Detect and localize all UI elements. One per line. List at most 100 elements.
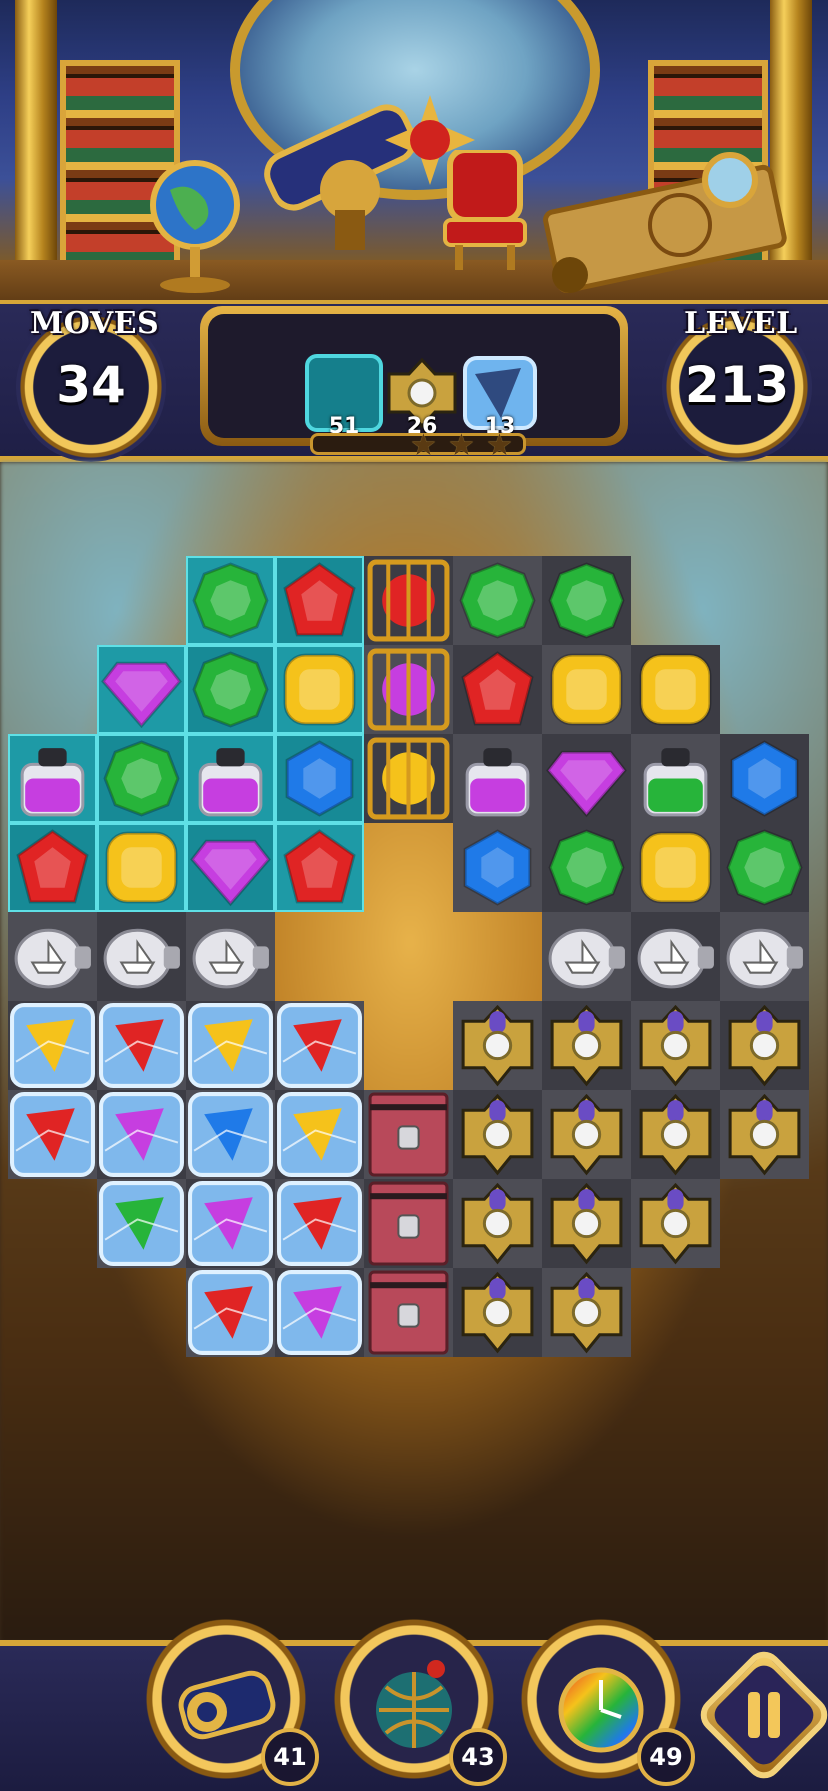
green-piece-icon[interactable] bbox=[97, 734, 186, 823]
chest-piece-icon[interactable] bbox=[364, 1090, 453, 1179]
red-piece-icon[interactable] bbox=[275, 823, 364, 912]
ice-purple-piece-icon[interactable] bbox=[275, 1268, 364, 1357]
board-cell[interactable] bbox=[631, 1001, 720, 1090]
board-cell[interactable] bbox=[97, 734, 186, 823]
board-cell[interactable] bbox=[631, 734, 720, 823]
green-piece-icon[interactable] bbox=[186, 645, 275, 734]
board-cell[interactable] bbox=[364, 1090, 453, 1179]
bottle-piece-icon[interactable] bbox=[542, 912, 631, 1001]
board-cell[interactable] bbox=[364, 645, 453, 734]
clover-piece-icon[interactable] bbox=[453, 1090, 542, 1179]
board-cell[interactable] bbox=[186, 1001, 275, 1090]
board-cell[interactable] bbox=[720, 734, 809, 823]
board-cell[interactable] bbox=[631, 1179, 720, 1268]
caged-yellow-piece-icon[interactable] bbox=[364, 734, 453, 823]
board-cell[interactable] bbox=[720, 823, 809, 912]
board-cell[interactable] bbox=[275, 645, 364, 734]
board-cell[interactable] bbox=[275, 1268, 364, 1357]
clover-piece-icon[interactable] bbox=[453, 1268, 542, 1357]
clover-piece-icon[interactable] bbox=[453, 1179, 542, 1268]
board-cell[interactable] bbox=[364, 1179, 453, 1268]
ice-blue-piece-icon[interactable] bbox=[186, 1090, 275, 1179]
board-cell[interactable] bbox=[364, 556, 453, 645]
clover-piece-icon[interactable] bbox=[631, 1090, 720, 1179]
board-cell[interactable] bbox=[275, 1179, 364, 1268]
clover-piece-icon[interactable] bbox=[720, 1001, 809, 1090]
board-cell[interactable] bbox=[186, 1090, 275, 1179]
board-cell[interactable] bbox=[97, 1001, 186, 1090]
chest-piece-icon[interactable] bbox=[364, 1268, 453, 1357]
clover-piece-icon[interactable] bbox=[720, 1090, 809, 1179]
yellow-piece-icon[interactable] bbox=[631, 823, 720, 912]
board-cell[interactable] bbox=[453, 1001, 542, 1090]
board-cell[interactable] bbox=[275, 823, 364, 912]
purple-piece-icon[interactable] bbox=[542, 734, 631, 823]
board-cell[interactable] bbox=[364, 734, 453, 823]
board-cell[interactable] bbox=[720, 912, 809, 1001]
board-cell[interactable] bbox=[186, 645, 275, 734]
board-cell[interactable] bbox=[186, 1268, 275, 1357]
board-cell[interactable] bbox=[542, 645, 631, 734]
board-cell[interactable] bbox=[97, 1090, 186, 1179]
board-cell[interactable] bbox=[453, 734, 542, 823]
board-cell[interactable] bbox=[186, 556, 275, 645]
board-cell[interactable] bbox=[453, 1090, 542, 1179]
bottle-piece-icon[interactable] bbox=[631, 912, 720, 1001]
board-cell[interactable] bbox=[542, 556, 631, 645]
purple-piece-icon[interactable] bbox=[97, 645, 186, 734]
ice-yellow-piece-icon[interactable] bbox=[275, 1090, 364, 1179]
board-cell[interactable] bbox=[453, 823, 542, 912]
ice-yellow-piece-icon[interactable] bbox=[8, 1001, 97, 1090]
board-cell[interactable] bbox=[631, 823, 720, 912]
board-cell[interactable] bbox=[186, 912, 275, 1001]
board-cell[interactable] bbox=[542, 734, 631, 823]
yellow-piece-icon[interactable] bbox=[542, 645, 631, 734]
board-cell[interactable] bbox=[8, 912, 97, 1001]
bottle-piece-icon[interactable] bbox=[186, 912, 275, 1001]
board-cell[interactable] bbox=[542, 1179, 631, 1268]
board-cell[interactable] bbox=[186, 734, 275, 823]
blue-piece-icon[interactable] bbox=[720, 734, 809, 823]
clover-piece-icon[interactable] bbox=[542, 1268, 631, 1357]
yellow-piece-icon[interactable] bbox=[275, 645, 364, 734]
ice-purple-piece-icon[interactable] bbox=[97, 1090, 186, 1179]
board-cell[interactable] bbox=[275, 1090, 364, 1179]
board-cell[interactable] bbox=[8, 1090, 97, 1179]
board-cell[interactable] bbox=[542, 1268, 631, 1357]
potion-purple-piece-icon[interactable] bbox=[186, 734, 275, 823]
red-piece-icon[interactable] bbox=[275, 556, 364, 645]
clover-piece-icon[interactable] bbox=[542, 1179, 631, 1268]
bottle-piece-icon[interactable] bbox=[97, 912, 186, 1001]
board-cell[interactable] bbox=[720, 1001, 809, 1090]
board-cell[interactable] bbox=[8, 1001, 97, 1090]
ice-red-piece-icon[interactable] bbox=[275, 1179, 364, 1268]
red-piece-icon[interactable] bbox=[453, 645, 542, 734]
board-cell[interactable] bbox=[275, 1001, 364, 1090]
ice-red-piece-icon[interactable] bbox=[8, 1090, 97, 1179]
board-cell[interactable] bbox=[453, 1268, 542, 1357]
caged-purple-piece-icon[interactable] bbox=[364, 645, 453, 734]
board-cell[interactable] bbox=[97, 645, 186, 734]
potion-green-piece-icon[interactable] bbox=[631, 734, 720, 823]
clover-piece-icon[interactable] bbox=[631, 1179, 720, 1268]
board-cell[interactable] bbox=[542, 1090, 631, 1179]
ice-yellow-piece-icon[interactable] bbox=[186, 1001, 275, 1090]
board-cell[interactable] bbox=[542, 823, 631, 912]
board-cell[interactable] bbox=[453, 645, 542, 734]
board-cell[interactable] bbox=[453, 556, 542, 645]
board-cell[interactable] bbox=[97, 912, 186, 1001]
clover-piece-icon[interactable] bbox=[542, 1001, 631, 1090]
bottle-piece-icon[interactable] bbox=[720, 912, 809, 1001]
board-cell[interactable] bbox=[364, 1268, 453, 1357]
clover-piece-icon[interactable] bbox=[631, 1001, 720, 1090]
board-cell[interactable] bbox=[542, 912, 631, 1001]
board-cell[interactable] bbox=[631, 912, 720, 1001]
board-cell[interactable] bbox=[8, 823, 97, 912]
green-piece-icon[interactable] bbox=[186, 556, 275, 645]
caged-red-piece-icon[interactable] bbox=[364, 556, 453, 645]
bottle-piece-icon[interactable] bbox=[8, 912, 97, 1001]
board-cell[interactable] bbox=[186, 1179, 275, 1268]
yellow-piece-icon[interactable] bbox=[631, 645, 720, 734]
ice-green-piece-icon[interactable] bbox=[97, 1179, 186, 1268]
blue-piece-icon[interactable] bbox=[453, 823, 542, 912]
